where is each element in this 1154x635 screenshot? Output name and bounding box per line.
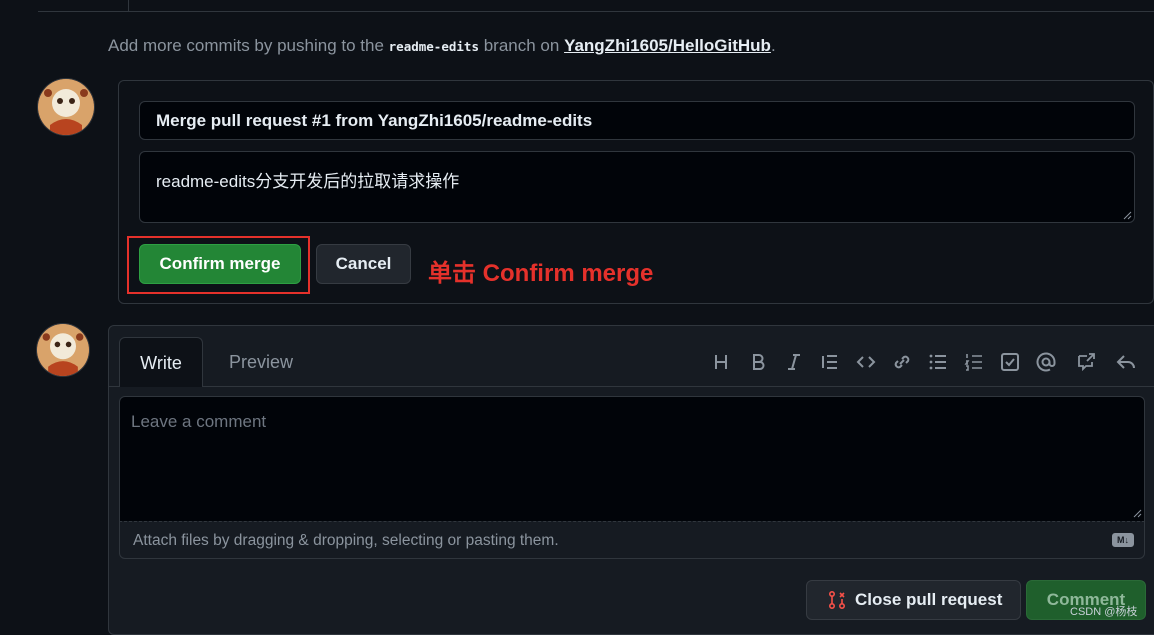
avatar-image (37, 324, 89, 376)
tab-write[interactable]: Write (119, 337, 203, 387)
task-list-icon[interactable] (998, 350, 1022, 374)
watermark: CSDN @杨枝 (1070, 606, 1138, 618)
branch-name: readme-edits (388, 39, 479, 54)
cancel-button[interactable]: Cancel (316, 244, 411, 284)
push-commits-note: Add more commits by pushing to the readm… (108, 36, 776, 56)
avatar[interactable] (38, 79, 94, 135)
timeline-connector (128, 0, 129, 11)
heading-icon[interactable] (709, 350, 733, 374)
resize-handle-icon[interactable] (1123, 211, 1132, 220)
resize-handle-icon[interactable] (1133, 509, 1142, 518)
close-pull-request-button[interactable]: Close pull request (806, 580, 1021, 620)
markdown-icon[interactable]: M↓ (1112, 533, 1134, 547)
link-icon[interactable] (890, 350, 914, 374)
attach-files-bar[interactable]: Attach files by dragging & dropping, sel… (119, 521, 1145, 559)
code-icon[interactable] (854, 350, 878, 374)
avatar-image (38, 79, 94, 135)
avatar[interactable] (37, 324, 89, 376)
confirm-merge-button[interactable]: Confirm merge (139, 244, 301, 284)
push-note-middle: branch on (483, 36, 560, 55)
pull-request-closed-icon (828, 590, 846, 610)
quote-icon[interactable] (818, 350, 842, 374)
annotation-text: 单击 Confirm merge (428, 260, 654, 287)
ordered-list-icon[interactable] (962, 350, 986, 374)
reply-icon[interactable] (1114, 350, 1138, 374)
comment-textarea[interactable]: Leave a comment (119, 396, 1145, 521)
timeline-divider (38, 11, 1154, 12)
unordered-list-icon[interactable] (926, 350, 950, 374)
merge-body-textarea[interactable]: readme-edits分支开发后的拉取请求操作 (139, 151, 1135, 223)
merge-title-input[interactable]: Merge pull request #1 from YangZhi1605/r… (139, 101, 1135, 140)
italic-icon[interactable] (782, 350, 806, 374)
cross-reference-icon[interactable] (1074, 350, 1098, 374)
push-note-suffix: . (770, 36, 776, 55)
tab-preview[interactable]: Preview (229, 337, 293, 387)
repo-link[interactable]: YangZhi1605/HelloGitHub (564, 36, 771, 55)
close-pull-request-label: Close pull request (855, 590, 1003, 609)
push-note-prefix: Add more commits by pushing to the (108, 36, 384, 55)
bold-icon[interactable] (746, 350, 770, 374)
mention-icon[interactable] (1034, 350, 1058, 374)
